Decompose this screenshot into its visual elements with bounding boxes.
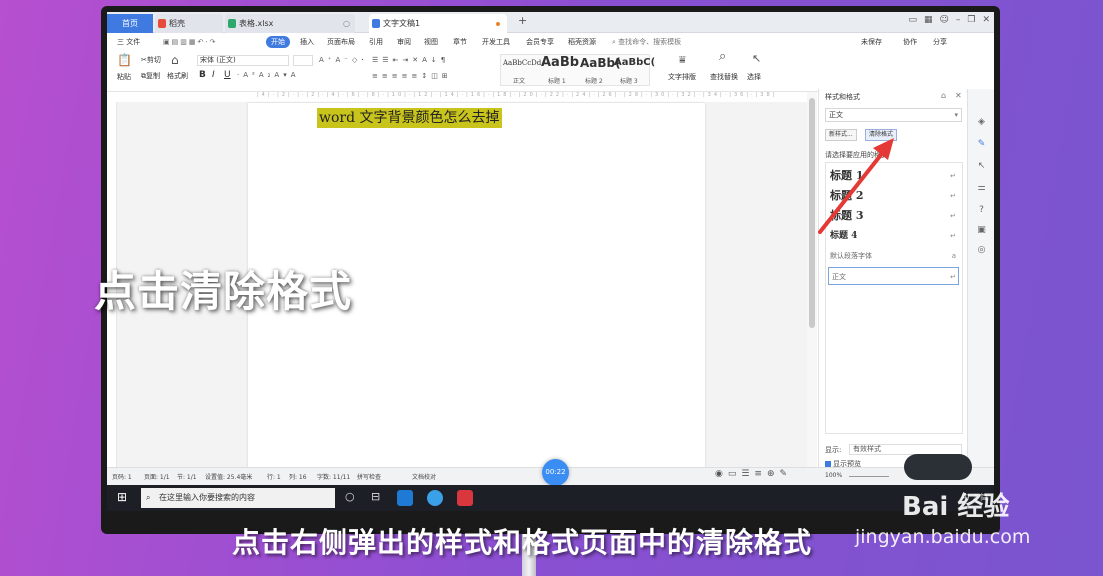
baidu-logo: Bai 经验: [902, 492, 1010, 522]
watermark-url: jingyan.baidu.com: [855, 526, 1031, 548]
arrow-shaft: [818, 149, 886, 234]
arrow-head: [873, 138, 894, 160]
instruction-overlay: 点击清除格式: [94, 267, 353, 316]
caption-subtitle: 点击右侧弹出的样式和格式页面中的清除格式: [232, 526, 813, 559]
